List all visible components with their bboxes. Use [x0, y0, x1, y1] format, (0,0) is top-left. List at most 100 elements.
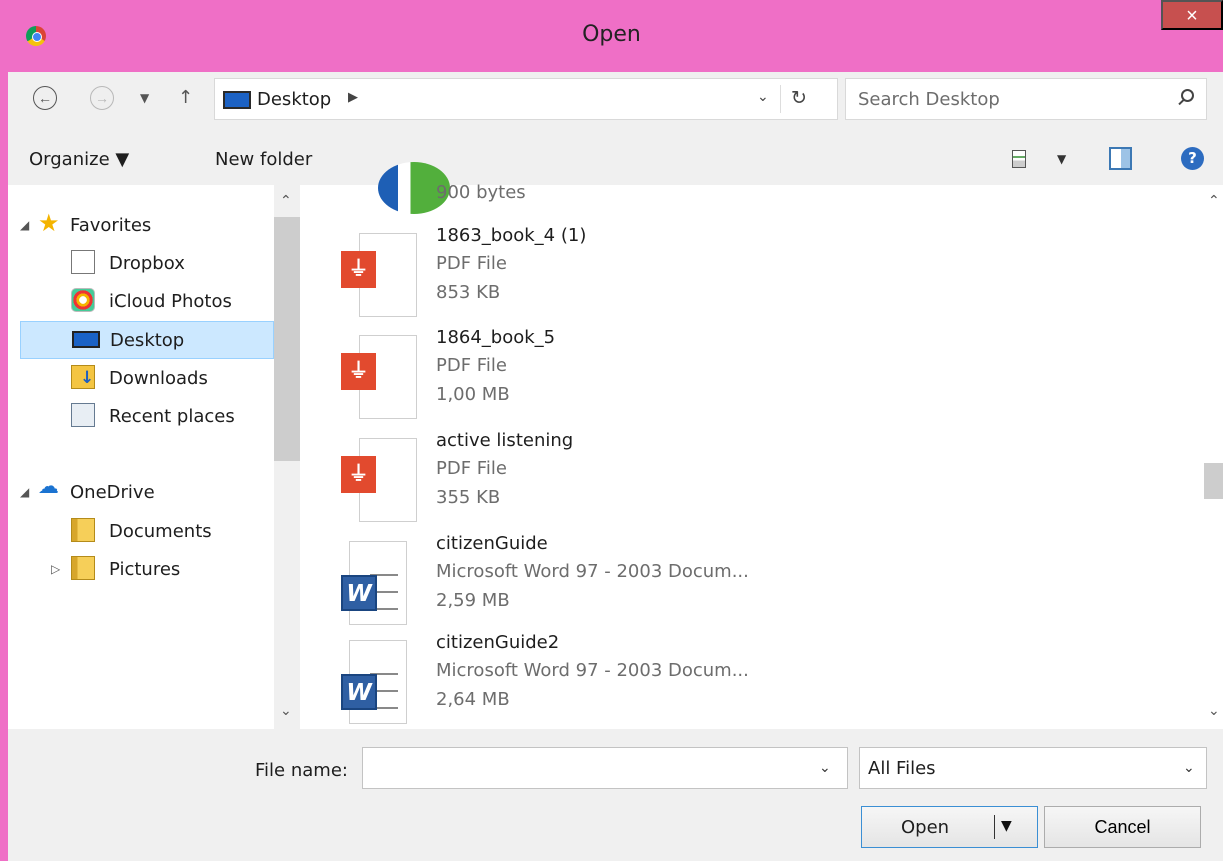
- sidebar-item-label: Recent places: [109, 406, 235, 427]
- pdf-badge-icon: ⏚: [341, 353, 376, 390]
- onedrive-group[interactable]: ◢ ☁ OneDrive: [20, 474, 274, 512]
- file-name: citizenGuide: [436, 533, 548, 554]
- pdf-file-icon: ⏚: [341, 438, 417, 523]
- sidebar-item-pictures[interactable]: ▷ Pictures: [20, 551, 274, 589]
- favorites-label: Favorites: [70, 215, 152, 236]
- address-bar[interactable]: Desktop ▶ ⌄ ↻: [214, 78, 838, 120]
- file-type: PDF File: [436, 355, 507, 376]
- downloads-icon: [71, 365, 95, 389]
- search-placeholder: Search Desktop: [858, 89, 1000, 110]
- file-type-dropdown-icon[interactable]: ⌄: [1183, 760, 1195, 776]
- folder-icon: [71, 518, 95, 542]
- sidebar-item-dropbox[interactable]: Dropbox: [20, 245, 274, 283]
- file-list-scroll-down[interactable]: ⌄: [1208, 703, 1220, 719]
- sidebar-item-label: Downloads: [109, 368, 208, 389]
- sidebar-item-documents[interactable]: Documents: [20, 513, 274, 551]
- file-size: 853 KB: [436, 282, 501, 303]
- open-options-dropdown[interactable]: ▼: [1001, 818, 1012, 834]
- sidebar-item-recent-places[interactable]: Recent places: [20, 398, 274, 436]
- close-button[interactable]: ×: [1161, 0, 1223, 30]
- list-item[interactable]: 900 bytes: [341, 162, 861, 214]
- navigation-scroll-up[interactable]: ⌃: [280, 193, 292, 209]
- change-view-icon[interactable]: [1012, 150, 1026, 168]
- file-type-filter[interactable]: All Files ⌄: [859, 747, 1207, 789]
- open-split-divider: [994, 815, 995, 839]
- navigation-pane[interactable]: ⌃ ⌄ ◢ ★ Favorites Dropbox iCloud Photos …: [8, 185, 303, 729]
- file-size: 900 bytes: [436, 182, 526, 203]
- cancel-button[interactable]: Cancel: [1044, 806, 1201, 848]
- photos-icon: [71, 288, 95, 312]
- recent-places-icon: [71, 403, 95, 427]
- search-icon[interactable]: [1181, 89, 1194, 102]
- word-badge-icon: W: [341, 674, 377, 710]
- desktop-icon: [72, 331, 100, 348]
- onedrive-icon: ☁: [38, 474, 59, 498]
- sidebar-item-desktop[interactable]: Desktop: [20, 321, 274, 359]
- file-size: 2,64 MB: [436, 689, 510, 710]
- word-badge-icon: W: [341, 575, 377, 611]
- document-icon: [71, 250, 95, 274]
- file-list[interactable]: 900 bytes ⏚ 1863_book_4 (1) PDF File 853…: [303, 162, 1223, 732]
- list-item[interactable]: ⏚ 1863_book_4 (1) PDF File 853 KB: [341, 225, 861, 325]
- favorites-expand-icon[interactable]: ◢: [20, 218, 29, 232]
- pdf-file-icon: ⏚: [341, 335, 417, 420]
- favorites-star-icon: ★: [38, 209, 60, 237]
- back-button[interactable]: ←: [33, 86, 57, 110]
- recent-locations-dropdown[interactable]: ▼: [140, 91, 149, 105]
- pictures-expand-icon[interactable]: ▷: [51, 562, 60, 576]
- file-size: 355 KB: [436, 487, 501, 508]
- refresh-icon[interactable]: ↻: [791, 87, 807, 109]
- file-type: PDF File: [436, 458, 507, 479]
- file-name-input[interactable]: ⌄: [362, 747, 848, 789]
- pdf-badge-icon: ⏚: [341, 456, 376, 493]
- pdf-file-icon: ⏚: [341, 233, 417, 318]
- file-list-scrollbar[interactable]: [1204, 185, 1223, 729]
- navigation-scroll-thumb[interactable]: [274, 217, 300, 461]
- file-type: PDF File: [436, 253, 507, 274]
- new-folder-button[interactable]: New folder: [215, 149, 312, 170]
- onedrive-expand-icon[interactable]: ◢: [20, 485, 29, 499]
- file-name-dropdown-icon[interactable]: ⌄: [819, 760, 831, 776]
- file-list-scroll-up[interactable]: ⌃: [1208, 193, 1220, 209]
- preview-pane-icon[interactable]: [1109, 147, 1132, 170]
- address-dropdown-icon[interactable]: ⌄: [757, 89, 769, 105]
- word-file-icon: W: [341, 640, 417, 725]
- list-item[interactable]: ⏚ active listening PDF File 355 KB: [341, 430, 861, 530]
- open-button[interactable]: Open ▼: [861, 806, 1038, 848]
- file-type: Microsoft Word 97 - 2003 Docum...: [436, 561, 749, 582]
- breadcrumb-arrow-icon[interactable]: ▶: [348, 90, 358, 105]
- folder-icon: [71, 556, 95, 580]
- file-type-filter-value: All Files: [868, 758, 936, 779]
- dialog-title: Open: [582, 22, 641, 47]
- title-bar[interactable]: Open ×: [0, 0, 1223, 72]
- sidebar-item-downloads[interactable]: Downloads: [20, 360, 274, 398]
- sidebar-item-label: Desktop: [110, 330, 185, 351]
- search-input[interactable]: Search Desktop: [845, 78, 1207, 120]
- sidebar-item-label: iCloud Photos: [109, 291, 232, 312]
- view-options-dropdown[interactable]: ▼: [1057, 152, 1066, 166]
- address-divider: [780, 85, 781, 113]
- file-name: 1863_book_4 (1): [436, 225, 587, 246]
- help-icon[interactable]: ?: [1181, 147, 1204, 170]
- list-item[interactable]: ⏚ 1864_book_5 PDF File 1,00 MB: [341, 327, 861, 427]
- forward-button[interactable]: →: [90, 86, 114, 110]
- pdf-badge-icon: ⏚: [341, 251, 376, 288]
- organize-button[interactable]: Organize ▼: [29, 149, 129, 170]
- list-item[interactable]: W citizenGuide2 Microsoft Word 97 - 2003…: [341, 632, 861, 732]
- file-name-label: File name:: [255, 760, 348, 781]
- list-item[interactable]: W citizenGuide Microsoft Word 97 - 2003 …: [341, 533, 861, 633]
- file-list-scroll-thumb[interactable]: [1204, 463, 1223, 499]
- file-open-dialog: Open × ← → ▼ ↑ Desktop ▶ ⌄ ↻ Search Desk…: [0, 0, 1223, 861]
- favorites-group[interactable]: ◢ ★ Favorites: [20, 207, 274, 245]
- file-size: 1,00 MB: [436, 384, 510, 405]
- open-button-label: Open: [901, 817, 950, 838]
- up-folder-button[interactable]: ↑: [178, 87, 193, 108]
- dialog-client-area: ← → ▼ ↑ Desktop ▶ ⌄ ↻ Search Desktop Org…: [8, 72, 1223, 861]
- file-name: active listening: [436, 430, 574, 451]
- onedrive-label: OneDrive: [70, 482, 155, 503]
- navigation-scroll-down[interactable]: ⌄: [280, 703, 292, 719]
- sidebar-item-label: Dropbox: [109, 253, 185, 274]
- sidebar-item-icloud-photos[interactable]: iCloud Photos: [20, 283, 274, 321]
- current-location[interactable]: Desktop: [257, 89, 331, 110]
- file-type: Microsoft Word 97 - 2003 Docum...: [436, 660, 749, 681]
